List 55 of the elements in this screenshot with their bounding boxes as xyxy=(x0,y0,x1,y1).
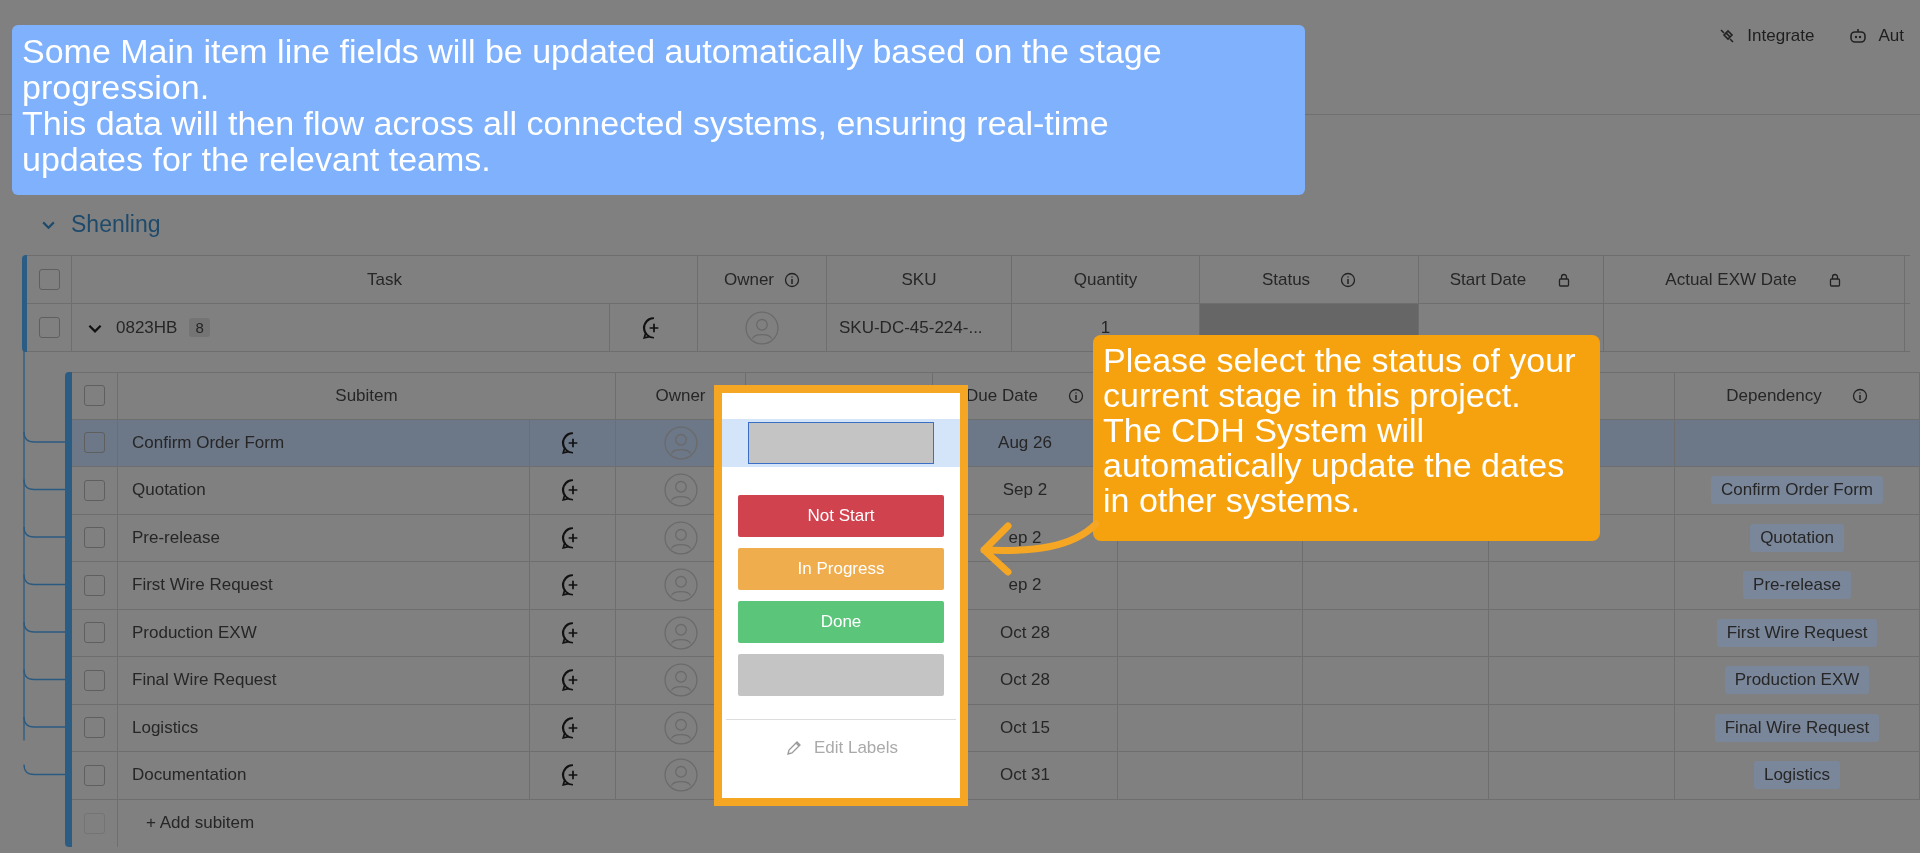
column-header: Quantity xyxy=(1012,256,1200,303)
column-header: Task xyxy=(72,256,698,303)
subitem-name[interactable]: Logistics xyxy=(118,704,530,751)
column-header: Subitem xyxy=(118,373,616,419)
checkbox[interactable] xyxy=(84,385,105,407)
info-icon[interactable] xyxy=(1340,271,1357,288)
checkbox[interactable] xyxy=(84,622,105,644)
column-header: Owner xyxy=(723,269,775,290)
callout-text: current stage in this project. xyxy=(1103,378,1521,413)
checkbox[interactable] xyxy=(84,764,105,786)
dependency-tag[interactable]: Pre-release xyxy=(1743,571,1851,600)
status-field[interactable] xyxy=(748,422,934,464)
info-icon[interactable] xyxy=(1851,387,1868,404)
checkbox[interactable] xyxy=(84,717,105,739)
subitem-name[interactable]: Final Wire Request xyxy=(118,657,530,704)
checkbox[interactable] xyxy=(38,269,60,290)
checkbox[interactable] xyxy=(38,317,60,338)
item-name[interactable]: 0823HB xyxy=(116,317,178,338)
subitem-name[interactable]: First Wire Request xyxy=(118,562,530,609)
avatar-icon[interactable] xyxy=(663,425,698,460)
table-cell: SKU-DC-45-224-... xyxy=(827,304,1012,351)
column-header: Start Date xyxy=(1449,269,1527,290)
tip-text: Some Main item line fields will be updated automatically based on the stage progression. xyxy=(22,33,1163,105)
toolbar-button[interactable]: Integrate xyxy=(1717,26,1815,46)
dependency-tag[interactable]: Production EXW xyxy=(1724,666,1870,695)
status-option[interactable]: Done xyxy=(738,601,944,643)
status-option[interactable]: Not Start xyxy=(738,495,944,537)
subitem-name[interactable]: Quotation xyxy=(118,467,530,514)
dependency-tag[interactable]: Quotation xyxy=(1750,523,1844,552)
checkbox[interactable] xyxy=(84,669,105,691)
column-header: Status xyxy=(1261,269,1311,290)
column-header: Actual EXW Date xyxy=(1665,269,1797,290)
checkbox[interactable] xyxy=(84,574,105,596)
add-subitem-link[interactable]: + Add subitem xyxy=(146,813,255,834)
checkbox[interactable] xyxy=(84,527,105,549)
tip-text: This data will then flow across all connected systems, ensuring real-time updates for the relevant teams. xyxy=(22,105,1110,177)
info-icon[interactable] xyxy=(1067,387,1084,404)
dependency-tag[interactable]: Confirm Order Form xyxy=(1710,476,1884,505)
robot-icon xyxy=(1848,26,1869,46)
subitem-name[interactable]: Confirm Order Form xyxy=(118,419,530,466)
status-option[interactable] xyxy=(738,654,944,696)
subitem-count: 8 xyxy=(189,318,210,337)
subitem-name[interactable]: Pre-release xyxy=(118,514,530,561)
subitem-name[interactable]: Documentation xyxy=(118,752,530,799)
column-header: Dependency xyxy=(1726,385,1822,406)
checkbox[interactable] xyxy=(84,479,105,501)
toolbar-button[interactable]: Aut xyxy=(1848,26,1904,46)
info-icon[interactable] xyxy=(784,271,801,288)
dependency-tag[interactable]: First Wire Request xyxy=(1716,618,1878,647)
checkbox[interactable] xyxy=(84,432,105,454)
column-header: SKU xyxy=(827,256,1012,303)
dependency-tag[interactable]: Final Wire Request xyxy=(1714,713,1880,742)
group-title[interactable]: Shenling xyxy=(71,210,161,238)
subitem-name[interactable]: Production EXW xyxy=(118,609,530,656)
dependency-tag[interactable]: Logistics xyxy=(1753,761,1841,790)
